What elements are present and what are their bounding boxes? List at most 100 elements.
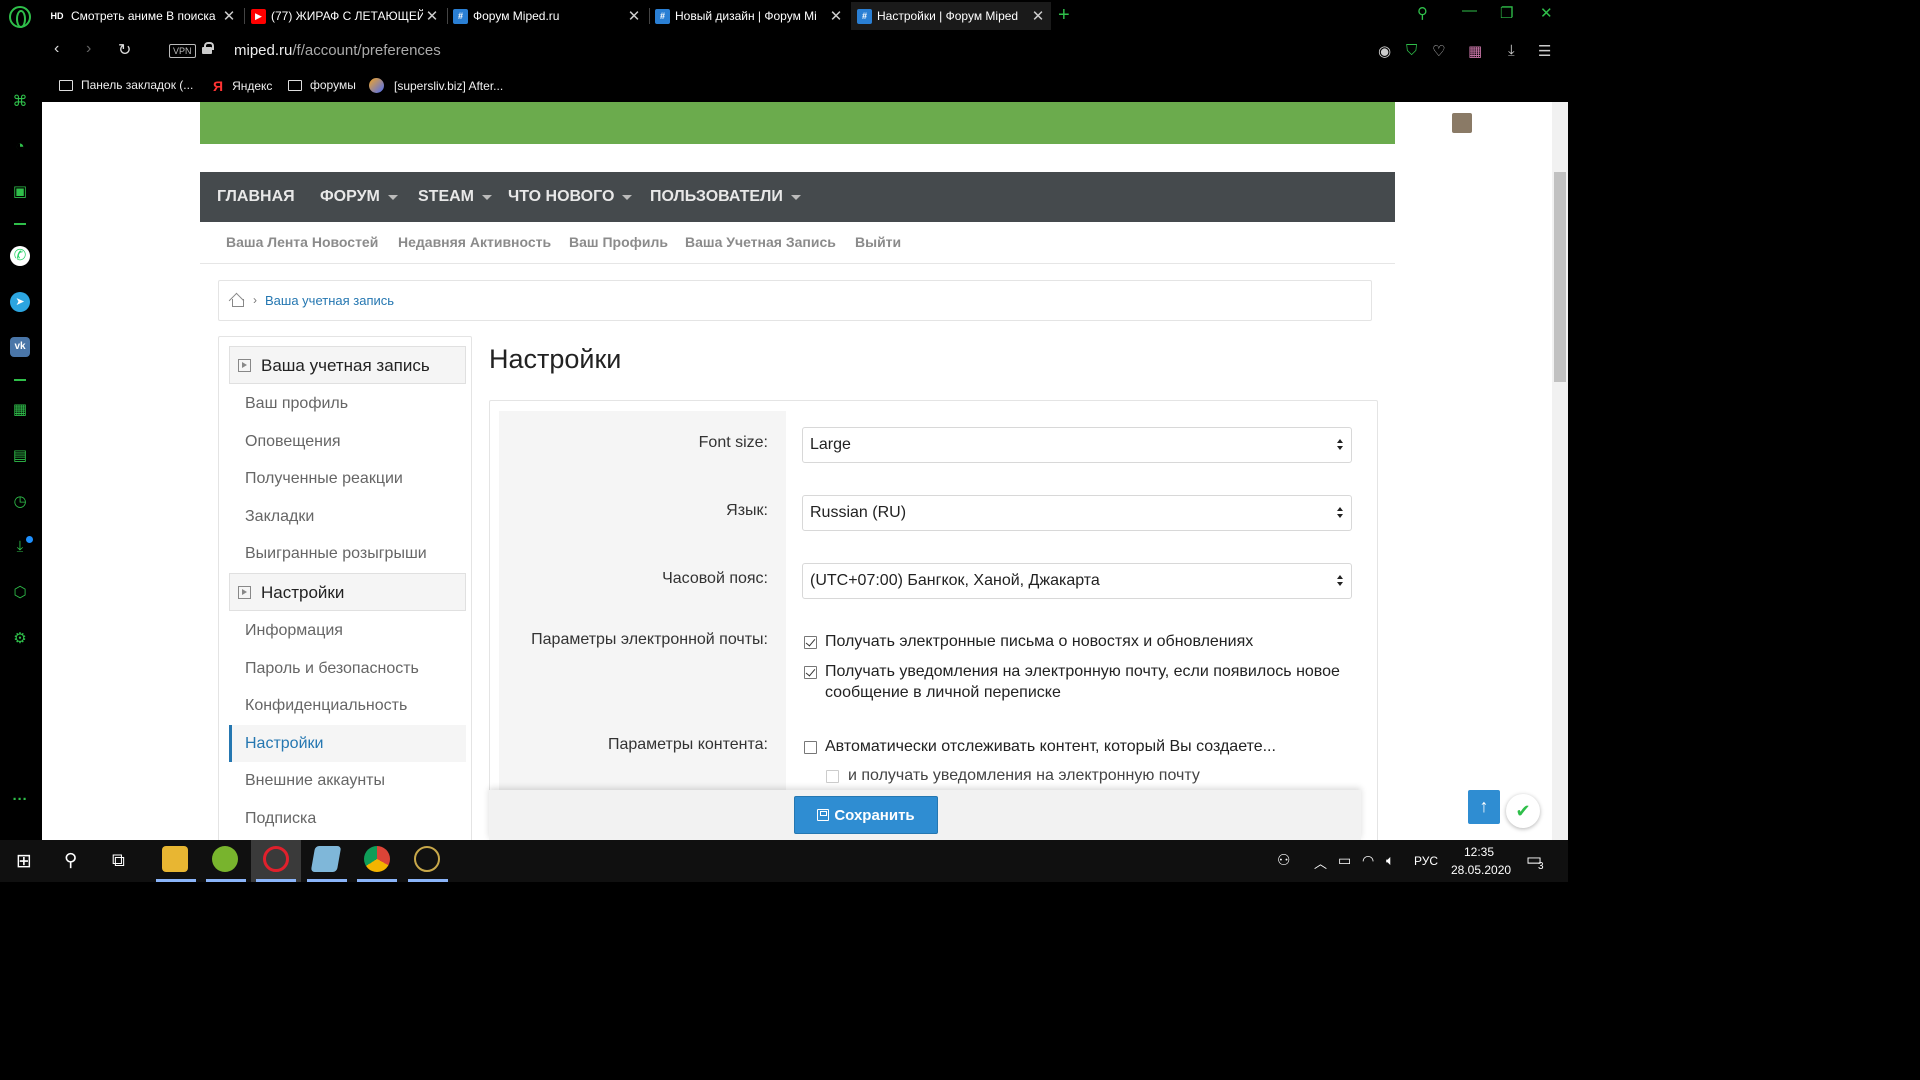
back-icon[interactable]: ‹ (54, 40, 59, 58)
bookmark-supersliv[interactable]: [supersliv.biz] After... (369, 78, 503, 93)
more-icon[interactable]: ··· (10, 790, 30, 810)
home-icon[interactable] (229, 293, 245, 307)
bookmark-yandex[interactable]: Я Яндекс (213, 78, 272, 94)
clock-date[interactable]: 28.05.2020 (1451, 863, 1511, 877)
close-icon[interactable]: ✕ (1029, 7, 1047, 25)
mail-icon[interactable]: ✉ (1490, 114, 1503, 134)
scroll-to-top-button[interactable]: ↑ (1468, 790, 1500, 824)
tray-chevron-icon[interactable]: ︿ (1314, 853, 1327, 872)
close-icon[interactable]: ✕ (423, 7, 441, 25)
close-icon[interactable]: ✕ (220, 7, 238, 25)
new-tab-button[interactable]: + (1058, 4, 1070, 27)
menu-item-info[interactable]: Информация (245, 622, 343, 640)
search-icon[interactable]: ⚲ (64, 850, 77, 871)
clock-time[interactable]: 12:35 (1464, 845, 1494, 859)
checkbox-email-news[interactable] (804, 636, 817, 649)
menu-item-preferences[interactable]: Настройки (245, 735, 323, 753)
timezone-select[interactable]: (UTC+07:00) Бангкок, Ханой, Джакарта (802, 563, 1352, 599)
tab-forum-miped[interactable]: # Форум Miped.ru ✕ (447, 2, 647, 30)
menu-item-bookmarks[interactable]: Закладки (245, 508, 314, 526)
menu-item-alerts[interactable]: Оповещения (245, 433, 341, 451)
utorrent-icon[interactable] (212, 846, 238, 872)
close-icon[interactable]: ✕ (827, 7, 845, 25)
lock-icon[interactable] (202, 42, 214, 54)
font-size-select[interactable]: Large (802, 427, 1352, 463)
vpn-badge[interactable]: VPN (169, 44, 196, 58)
people-icon[interactable]: ⚇ (1277, 851, 1290, 869)
minimize-icon[interactable]: — (1462, 2, 1477, 19)
tab-new-design[interactable]: # Новый дизайн | Форум Mi ✕ (649, 2, 849, 30)
heart-icon[interactable]: ♡ (1432, 42, 1445, 60)
gamepad-icon[interactable]: ⌘ (10, 92, 30, 112)
close-icon[interactable]: ✕ (625, 7, 643, 25)
menu-item-reactions[interactable]: Полученные реакции (245, 470, 403, 488)
extensions-cube-icon[interactable]: ⬡ (10, 583, 30, 603)
menu-header-account[interactable]: Ваша учетная запись (229, 346, 466, 384)
nav-home[interactable]: ГЛАВНАЯ (217, 188, 295, 206)
menu-item-external-accounts[interactable]: Внешние аккаунты (245, 772, 385, 790)
easy-setup-icon[interactable]: ☰ (1538, 42, 1551, 60)
menu-item-privacy[interactable]: Конфиденциальность (245, 697, 407, 715)
menu-item-subscription[interactable]: Подписка (245, 810, 316, 828)
input-language[interactable]: РУС (1414, 854, 1438, 868)
scrollbar-thumb[interactable] (1554, 172, 1566, 382)
language-select[interactable]: Russian (RU) (802, 495, 1352, 531)
download-icon[interactable]: ⤓ (1508, 42, 1515, 59)
twitch-icon[interactable]: ▣ (10, 182, 30, 202)
url-field[interactable]: miped.ru/f/account/preferences (234, 42, 441, 59)
volume-icon[interactable]: 🔈︎ (1386, 852, 1394, 869)
file-explorer-icon[interactable] (162, 846, 188, 872)
tab-youtube[interactable]: ▶ (77) ЖИРАФ С ЛЕТАЮЩЕЙ ✕ (245, 2, 445, 30)
tab-anime[interactable]: HD Смотреть аниме В поиска ✕ (42, 2, 242, 30)
subnav-your-account[interactable]: Ваша Учетная Запись (685, 234, 836, 250)
nav-members[interactable]: ПОЛЬЗОВАТЕЛИ (650, 188, 801, 206)
notepad-icon[interactable] (310, 846, 342, 872)
bell-icon[interactable]: 🔔︎ (1527, 114, 1547, 134)
league-client-icon[interactable] (414, 846, 440, 872)
reload-icon[interactable]: ↻ (118, 40, 131, 60)
history-icon[interactable]: ◷ (10, 492, 30, 512)
chrome-icon[interactable] (364, 846, 390, 872)
bookmark-folder-forums[interactable]: форумы (288, 78, 356, 92)
checkbox-watch-email[interactable] (826, 770, 839, 783)
adblock-shield-icon[interactable]: ⛉ (1406, 42, 1417, 59)
battery-icon[interactable]: ▭ (1338, 852, 1351, 869)
nav-forum[interactable]: ФОРУМ (320, 188, 398, 206)
bookmark-folder-panel[interactable]: Панель закладок (... (59, 78, 193, 92)
nav-whats-new[interactable]: ЧТО НОВОГО (508, 188, 633, 206)
forward-icon[interactable]: › (86, 40, 91, 58)
opera-logo-icon[interactable] (9, 6, 31, 28)
windows-start-icon[interactable]: ⊞ (16, 850, 32, 873)
camera-icon[interactable]: ◉ (1378, 42, 1391, 60)
subnav-logout[interactable]: Выйти (855, 234, 901, 250)
menu-item-security[interactable]: Пароль и безопасность (245, 660, 419, 678)
speedometer-icon[interactable]: ◔ (10, 137, 30, 157)
wifi-icon[interactable]: ◠ (1362, 852, 1374, 869)
checkbox-email-pm[interactable] (804, 666, 817, 679)
extension-icon[interactable]: ▦ (1468, 42, 1482, 60)
save-button[interactable]: Сохранить (794, 796, 938, 834)
restore-icon[interactable]: ❐ (1500, 4, 1513, 22)
subnav-recent-activity[interactable]: Недавняя Активность (398, 234, 551, 250)
window-close-icon[interactable]: ✕ (1540, 4, 1553, 22)
speed-dial-icon[interactable]: ▦ (10, 400, 30, 420)
opera-taskbar-icon[interactable] (263, 846, 289, 872)
whatsapp-icon[interactable]: ✆ (10, 246, 30, 266)
vk-icon[interactable]: vk (10, 337, 30, 357)
avatar[interactable] (1452, 113, 1472, 133)
news-icon[interactable]: ▤ (10, 446, 30, 466)
security-shield-icon[interactable]: ✔ (1506, 794, 1540, 828)
task-view-icon[interactable]: ⧉ (112, 850, 125, 871)
nav-steam[interactable]: STEAM (418, 188, 492, 206)
breadcrumb-link[interactable]: Ваша учетная запись (265, 293, 394, 308)
subnav-your-profile[interactable]: Ваш Профиль (569, 234, 668, 250)
search-tabs-icon[interactable]: ⚲ (1417, 4, 1428, 22)
tab-settings-active[interactable]: # Настройки | Форум Miped ✕ (851, 2, 1051, 30)
subnav-news-feed[interactable]: Ваша Лента Новостей (226, 234, 378, 250)
menu-header-settings[interactable]: Настройки (229, 573, 466, 611)
telegram-icon[interactable]: ➤ (10, 292, 30, 312)
menu-item-profile[interactable]: Ваш профиль (245, 395, 348, 413)
menu-item-giveaways[interactable]: Выигранные розыгрыши (245, 545, 427, 563)
checkbox-watch-content[interactable] (804, 741, 817, 754)
settings-gear-icon[interactable]: ⚙ (10, 629, 30, 649)
